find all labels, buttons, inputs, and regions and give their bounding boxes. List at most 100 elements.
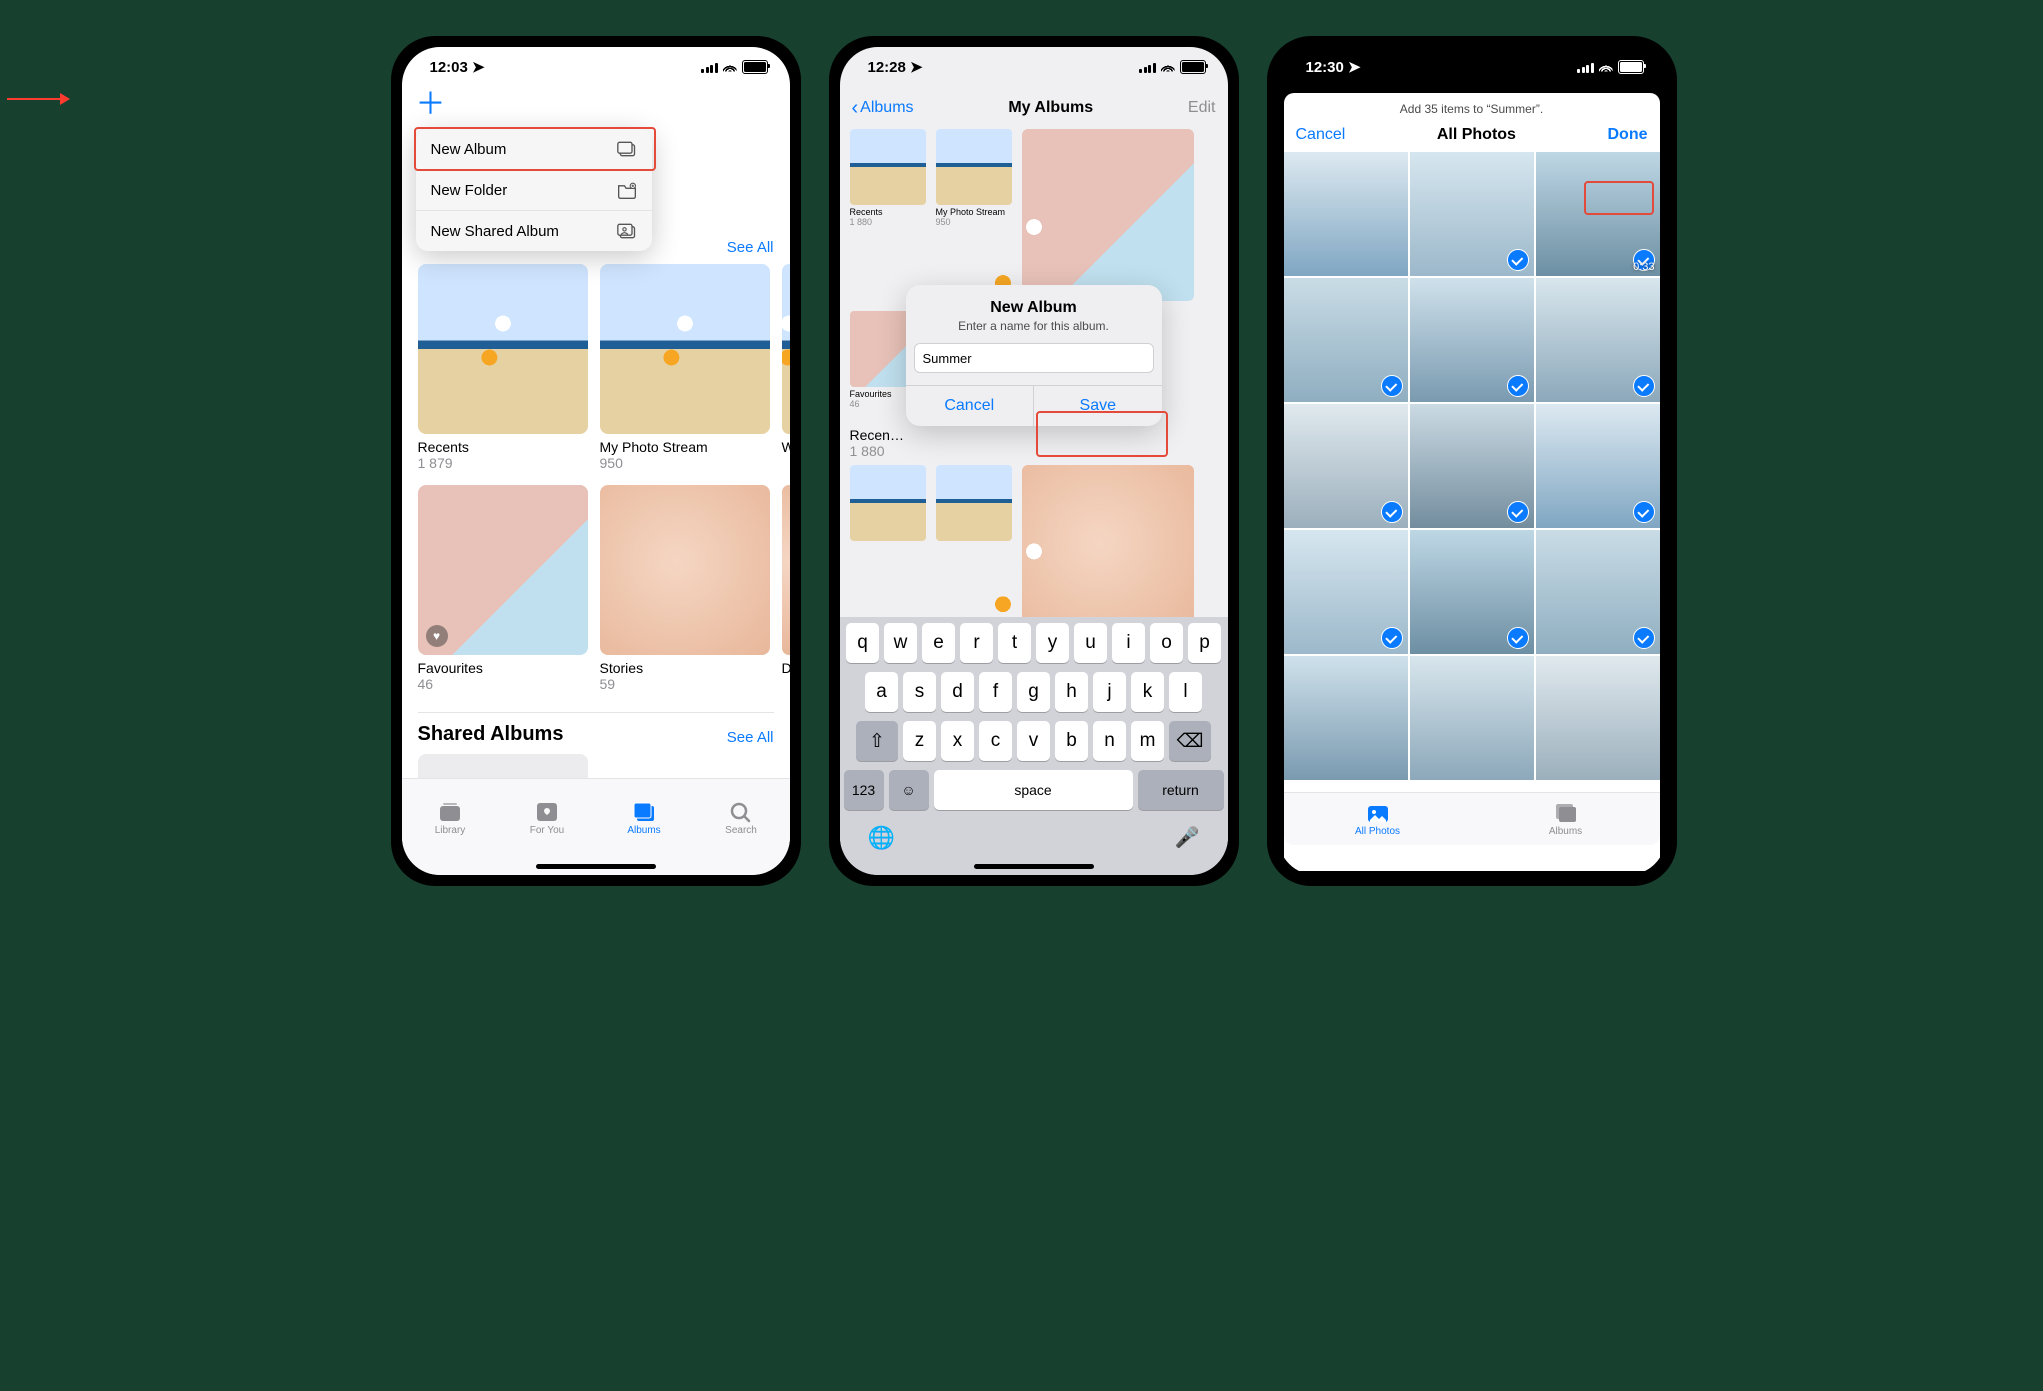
key-i[interactable]: i xyxy=(1112,623,1145,663)
key-x[interactable]: x xyxy=(941,721,974,761)
album-cutoff-2[interactable]: D xyxy=(782,485,790,692)
location-icon: ➤ xyxy=(910,59,923,76)
photo-cell[interactable]: 0:33 xyxy=(1536,152,1660,276)
tab-albums[interactable]: Albums xyxy=(1472,793,1660,845)
key-z[interactable]: z xyxy=(903,721,936,761)
cancel-button[interactable]: Cancel xyxy=(1296,126,1346,144)
key-return[interactable]: return xyxy=(1138,770,1224,810)
photo-cell[interactable] xyxy=(1410,656,1534,780)
photo-cell[interactable] xyxy=(1284,152,1408,276)
screen-new-album-modal: 12:28 ➤ ‹ Albums My Albums Edit Recents1… xyxy=(829,36,1239,886)
picker-tab-bar: All Photos Albums xyxy=(1284,792,1660,845)
tab-library[interactable]: Library xyxy=(402,779,499,857)
home-indicator[interactable] xyxy=(536,864,656,869)
folder-plus-icon xyxy=(617,181,637,199)
photo-cell[interactable] xyxy=(1410,152,1534,276)
key-123[interactable]: 123 xyxy=(844,770,884,810)
key-backspace[interactable]: ⌫ xyxy=(1169,721,1211,761)
key-a[interactable]: a xyxy=(865,672,898,712)
photo-cell[interactable] xyxy=(1536,656,1660,780)
key-q[interactable]: q xyxy=(846,623,879,663)
photo-cell[interactable] xyxy=(1284,404,1408,528)
key-emoji[interactable]: ☺ xyxy=(889,770,929,810)
key-p[interactable]: p xyxy=(1188,623,1221,663)
battery-icon xyxy=(742,60,768,74)
tab-albums[interactable]: Albums xyxy=(596,779,693,857)
album-stories[interactable]: Stories 59 xyxy=(600,485,770,692)
status-bar: 12:28 ➤ xyxy=(840,47,1228,87)
key-f[interactable]: f xyxy=(979,672,1012,712)
see-all-link[interactable]: See All xyxy=(727,239,774,256)
photo-cell[interactable] xyxy=(1284,530,1408,654)
key-l[interactable]: l xyxy=(1169,672,1202,712)
selected-check-icon xyxy=(1381,501,1403,523)
album-photo-stream[interactable]: My Photo Stream 950 xyxy=(600,264,770,471)
nav-title: All Photos xyxy=(1437,126,1516,144)
key-j[interactable]: j xyxy=(1093,672,1126,712)
tab-for-you[interactable]: For You xyxy=(499,779,596,857)
menu-new-shared-album[interactable]: New Shared Album xyxy=(416,210,652,251)
photo-cell[interactable] xyxy=(1536,530,1660,654)
album-recents[interactable]: Recents 1 879 xyxy=(418,264,588,471)
key-s[interactable]: s xyxy=(903,672,936,712)
globe-icon[interactable]: 🌐 xyxy=(868,825,895,851)
keyboard[interactable]: qwertyuiop asdfghjkl ⇧zxcvbnm⌫ 123 ☺ spa… xyxy=(840,617,1228,875)
photo-cell[interactable] xyxy=(1410,530,1534,654)
album-cutoff[interactable]: W xyxy=(782,264,790,471)
key-e[interactable]: e xyxy=(922,623,955,663)
tab-search[interactable]: Search xyxy=(693,779,790,857)
menu-new-folder[interactable]: New Folder xyxy=(416,169,652,210)
home-indicator[interactable] xyxy=(974,864,1094,869)
album-favourites[interactable]: ♥ Favourites 46 xyxy=(418,485,588,692)
album-name-input[interactable] xyxy=(914,343,1154,373)
key-o[interactable]: o xyxy=(1150,623,1183,663)
key-c[interactable]: c xyxy=(979,721,1012,761)
key-n[interactable]: n xyxy=(1093,721,1126,761)
selection-banner: Add 35 items to “Summer”. xyxy=(1284,93,1660,122)
edit-button[interactable]: Edit xyxy=(1188,99,1216,117)
mic-icon[interactable]: 🎤 xyxy=(1175,825,1200,851)
menu-new-album[interactable]: New Album xyxy=(416,129,652,169)
add-button[interactable]: ＋ xyxy=(416,90,446,120)
nav-title: My Albums xyxy=(1008,99,1093,117)
save-button[interactable]: Save xyxy=(1033,386,1162,426)
key-y[interactable]: y xyxy=(1036,623,1069,663)
albums-row-2: ♥ Favourites 46 Stories 59 D xyxy=(402,485,790,692)
wifi-icon xyxy=(1161,59,1175,76)
album-label: Recen… xyxy=(850,427,1218,443)
key-w[interactable]: w xyxy=(884,623,917,663)
cancel-button[interactable]: Cancel xyxy=(906,386,1034,426)
photo-cell[interactable] xyxy=(1410,404,1534,528)
photo-cell[interactable] xyxy=(1536,404,1660,528)
key-d[interactable]: d xyxy=(941,672,974,712)
key-k[interactable]: k xyxy=(1131,672,1164,712)
key-v[interactable]: v xyxy=(1017,721,1050,761)
photo-cell[interactable] xyxy=(1536,278,1660,402)
key-r[interactable]: r xyxy=(960,623,993,663)
add-menu: New Album New Folder New Shared Album xyxy=(416,129,652,251)
status-bar: 12:30 ➤ xyxy=(1278,47,1666,87)
selected-check-icon xyxy=(1507,501,1529,523)
see-all-link-2[interactable]: See All xyxy=(727,729,774,746)
photo-cell[interactable] xyxy=(1284,656,1408,780)
done-button[interactable]: Done xyxy=(1607,126,1647,144)
key-u[interactable]: u xyxy=(1074,623,1107,663)
selected-check-icon xyxy=(1633,627,1655,649)
photo-cell[interactable] xyxy=(1284,278,1408,402)
key-b[interactable]: b xyxy=(1055,721,1088,761)
key-h[interactable]: h xyxy=(1055,672,1088,712)
modal-title: New Album xyxy=(906,299,1162,317)
cellular-icon xyxy=(1577,62,1594,73)
selected-check-icon xyxy=(1507,627,1529,649)
home-indicator[interactable] xyxy=(1412,864,1532,869)
cellular-icon xyxy=(1139,62,1156,73)
key-space[interactable]: space xyxy=(934,770,1133,810)
back-button[interactable]: ‹ Albums xyxy=(852,97,914,120)
key-g[interactable]: g xyxy=(1017,672,1050,712)
tab-all-photos[interactable]: All Photos xyxy=(1284,793,1472,845)
photo-cell[interactable] xyxy=(1410,278,1534,402)
key-m[interactable]: m xyxy=(1131,721,1164,761)
key-t[interactable]: t xyxy=(998,623,1031,663)
key-shift[interactable]: ⇧ xyxy=(856,721,898,761)
screen-albums-menu: 12:03 ➤ ＋ . See All Recents 1 879 My Pho xyxy=(391,36,801,886)
